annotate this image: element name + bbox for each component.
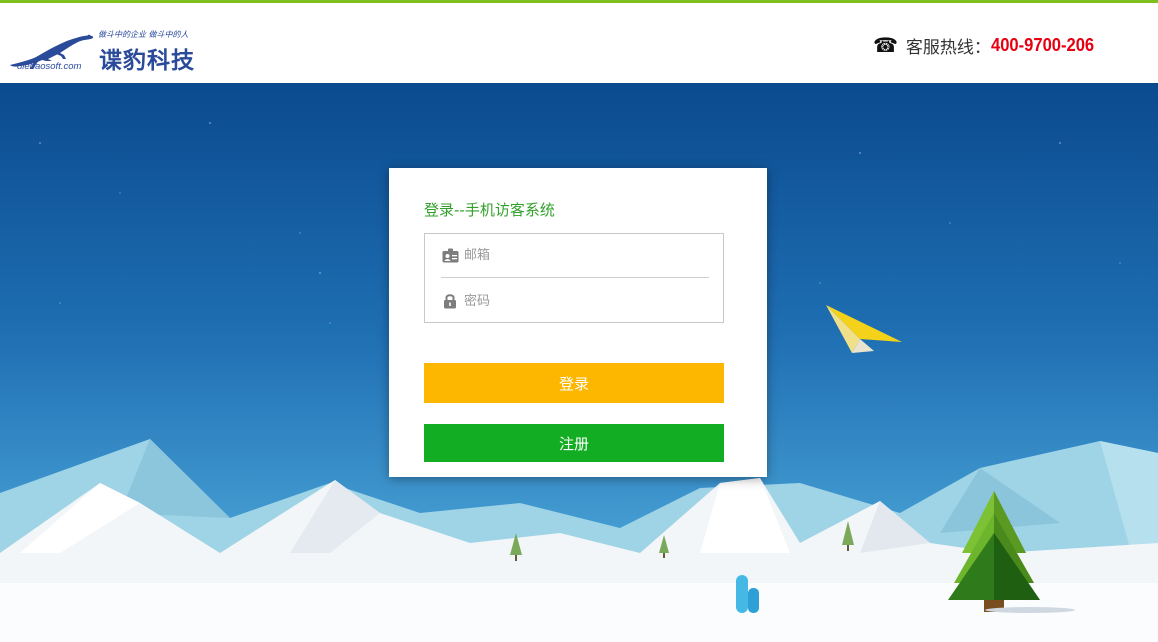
login-page: 做斗中的企业 做斗中的人 谍豹科技 diebaosoft.com ☎ 客服热线：… [0, 0, 1158, 642]
id-card-icon [441, 247, 459, 265]
company-logo[interactable]: 做斗中的企业 做斗中的人 谍豹科技 diebaosoft.com [6, 25, 196, 75]
logo-slogan: 做斗中的企业 做斗中的人 [98, 30, 189, 39]
login-title: 登录--手机访客系统 [424, 201, 555, 219]
email-row [441, 234, 709, 278]
hotline-number: 400-9700-206 [990, 34, 1095, 55]
logo-name: 谍豹科技 [99, 47, 195, 74]
password-row [441, 279, 709, 323]
customer-hotline: ☎ 客服热线： 400-9700-206 [872, 33, 1103, 58]
credentials-box [424, 233, 724, 323]
phone-icon: ☎ [872, 33, 898, 57]
register-button[interactable]: 注册 [424, 424, 724, 462]
login-button[interactable]: 登录 [424, 363, 724, 403]
login-form: 登录--手机访客系统 邮箱 登录 注册 [389, 168, 767, 477]
email-field[interactable] [464, 243, 694, 268]
lock-icon [441, 292, 459, 310]
password-field[interactable] [464, 289, 694, 313]
hotline-label: 客服热线： [905, 37, 991, 58]
logo-domain: diebaosoft.com [17, 61, 82, 72]
header: 做斗中的企业 做斗中的人 谍豹科技 diebaosoft.com ☎ 客服热线：… [0, 0, 1158, 83]
